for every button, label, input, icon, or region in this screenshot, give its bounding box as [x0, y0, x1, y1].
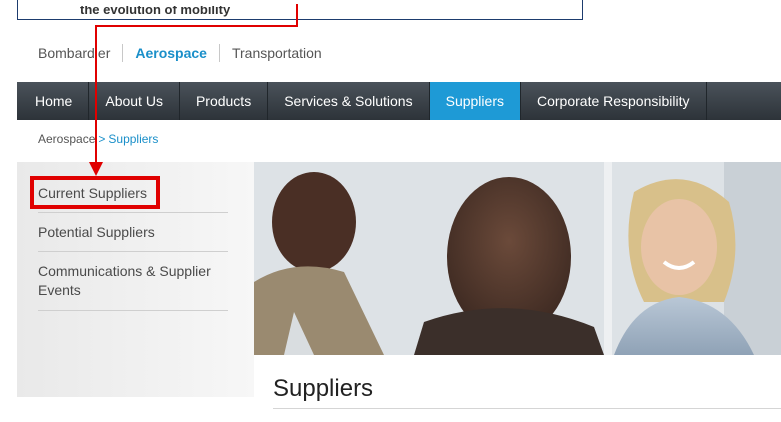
arrow-annotation [89, 4, 298, 176]
